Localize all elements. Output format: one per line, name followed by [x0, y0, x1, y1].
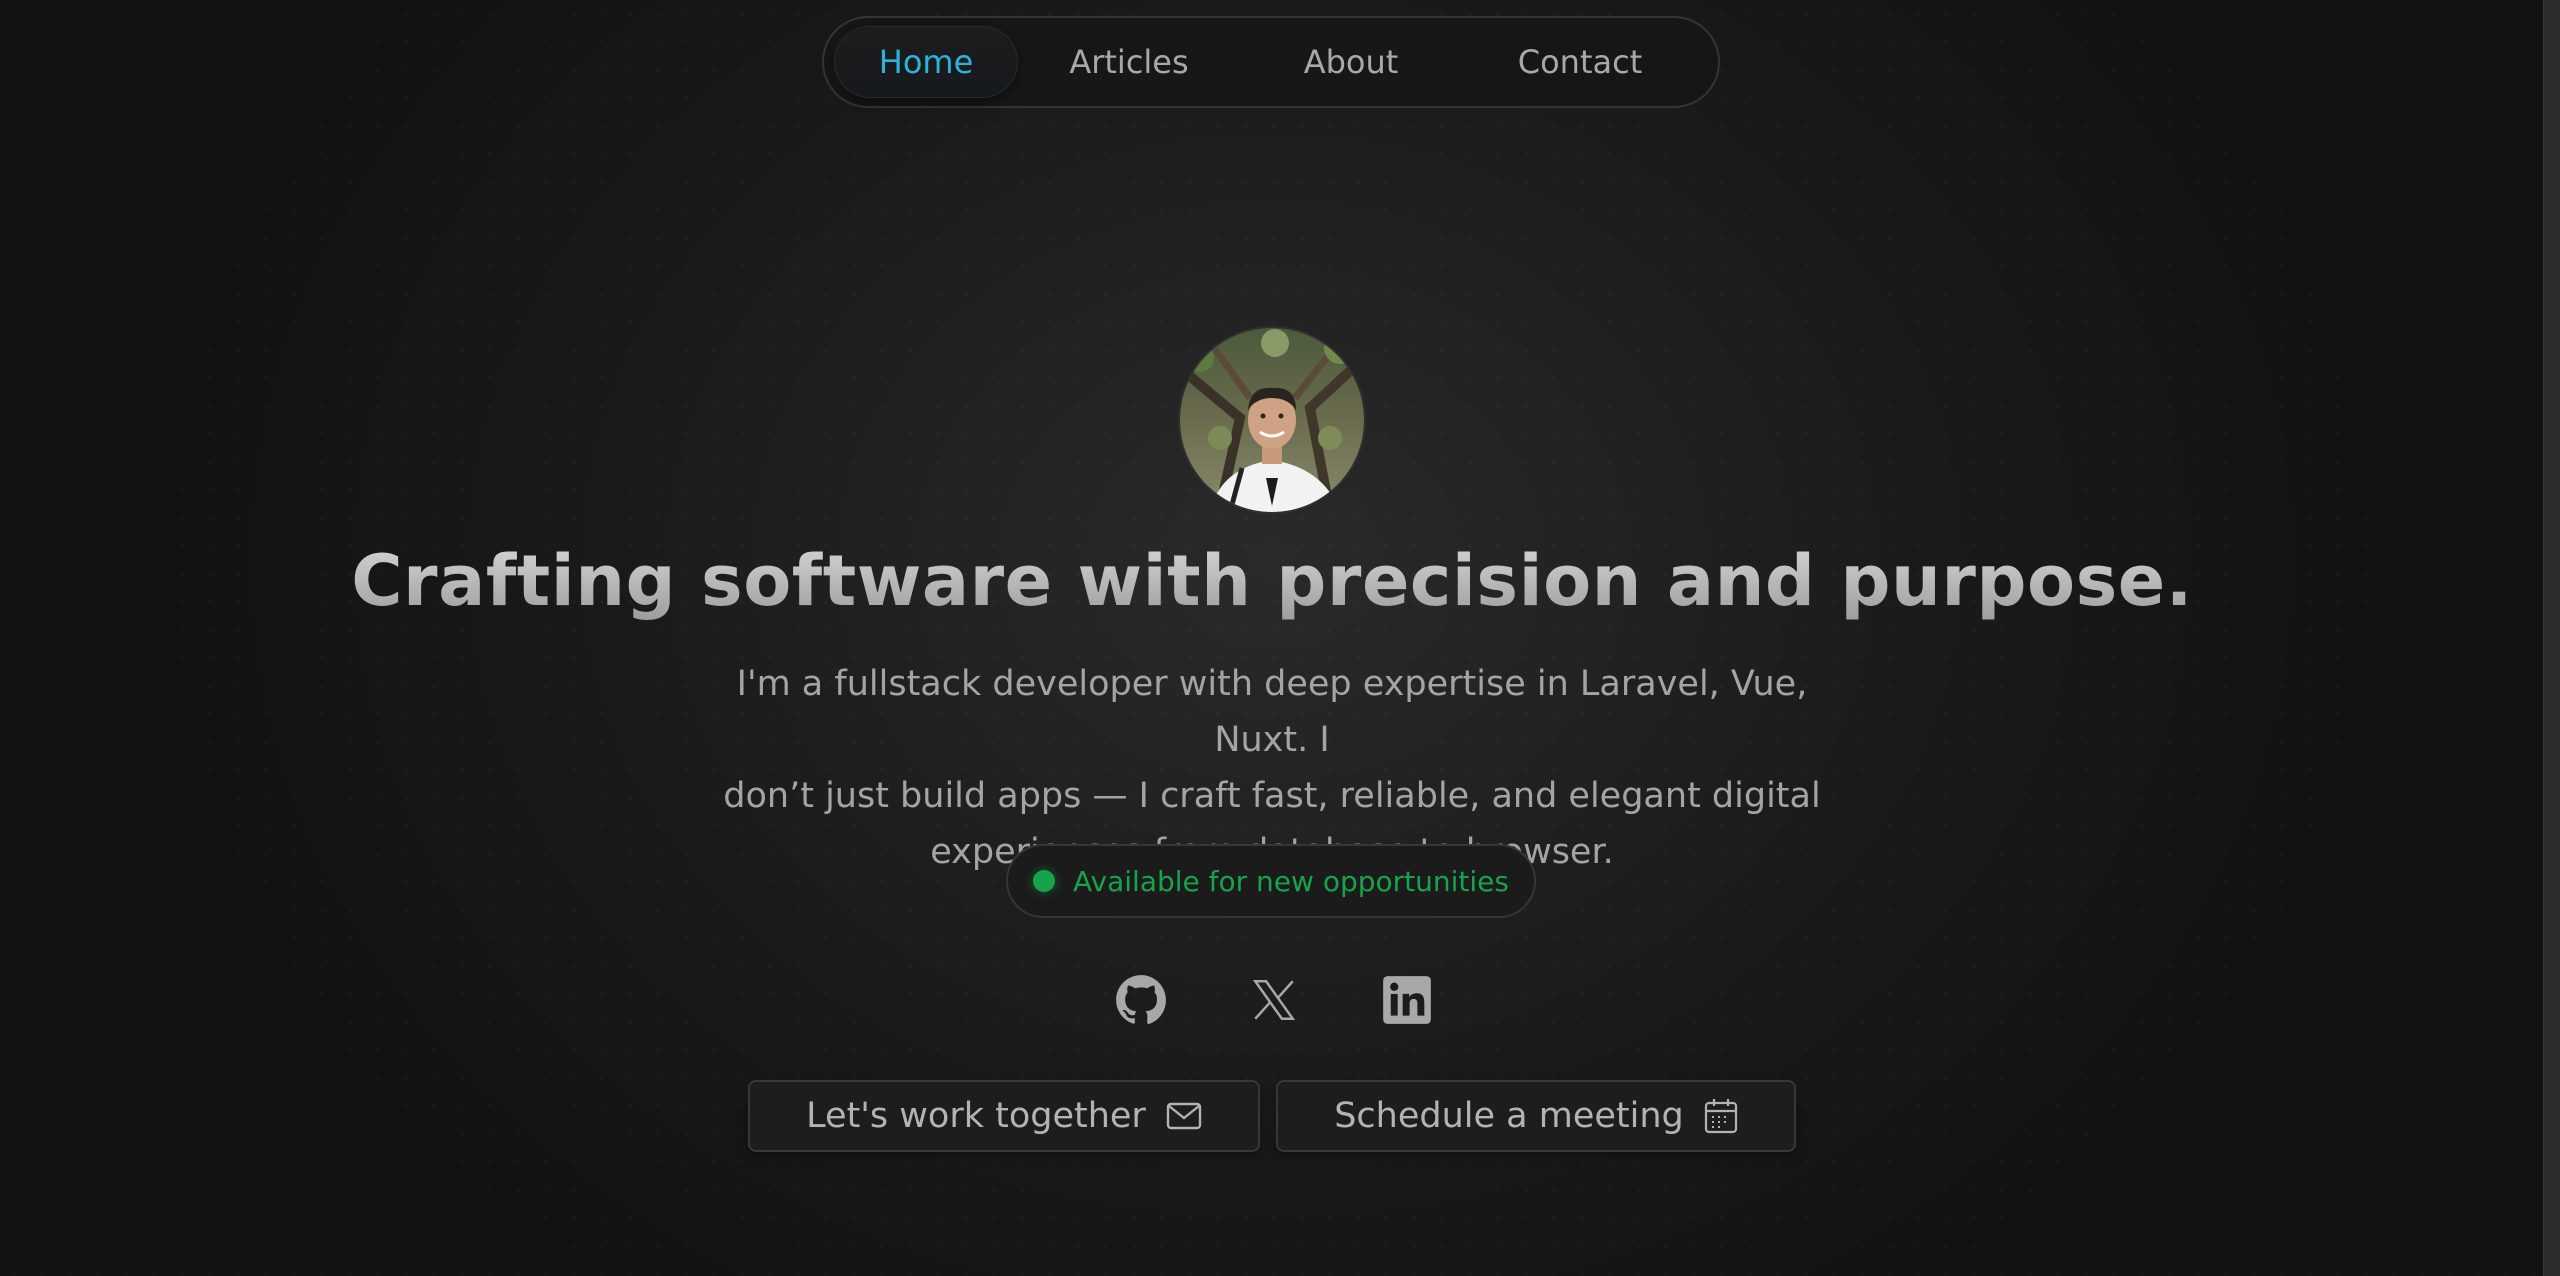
avatar — [1180, 328, 1364, 512]
social-links — [1114, 972, 1434, 1028]
nav-item-home[interactable]: Home — [834, 26, 1018, 98]
mail-icon — [1166, 1102, 1202, 1130]
work-together-button[interactable]: Let's work together — [748, 1080, 1260, 1152]
nav-item-about[interactable]: About — [1240, 26, 1462, 98]
nav-item-contact[interactable]: Contact — [1462, 26, 1698, 98]
schedule-meeting-label: Schedule a meeting — [1334, 1096, 1684, 1136]
scrollbar[interactable] — [2543, 0, 2560, 1276]
calendar-icon — [1704, 1098, 1738, 1134]
page: Home Articles About Contact Crafting sof… — [0, 0, 2560, 1276]
bio-line: don’t just build apps — I craft fast, re… — [723, 776, 1821, 816]
status-dot-icon — [1033, 870, 1056, 892]
work-together-label: Let's work together — [806, 1096, 1146, 1136]
page-title: Crafting software with precision and pur… — [0, 540, 2544, 622]
top-navigation: Home Articles About Contact — [822, 16, 1720, 108]
schedule-meeting-button[interactable]: Schedule a meeting — [1276, 1080, 1796, 1152]
nav-item-articles[interactable]: Articles — [1018, 26, 1240, 98]
x-icon[interactable] — [1247, 973, 1301, 1027]
status-badge: Available for new opportunities — [1006, 844, 1536, 918]
status-badge-label: Available for new opportunities — [1073, 864, 1509, 898]
linkedin-icon[interactable] — [1380, 973, 1434, 1027]
github-icon[interactable] — [1114, 973, 1168, 1027]
bio-line: I'm a fullstack developer with deep expe… — [736, 664, 1808, 760]
